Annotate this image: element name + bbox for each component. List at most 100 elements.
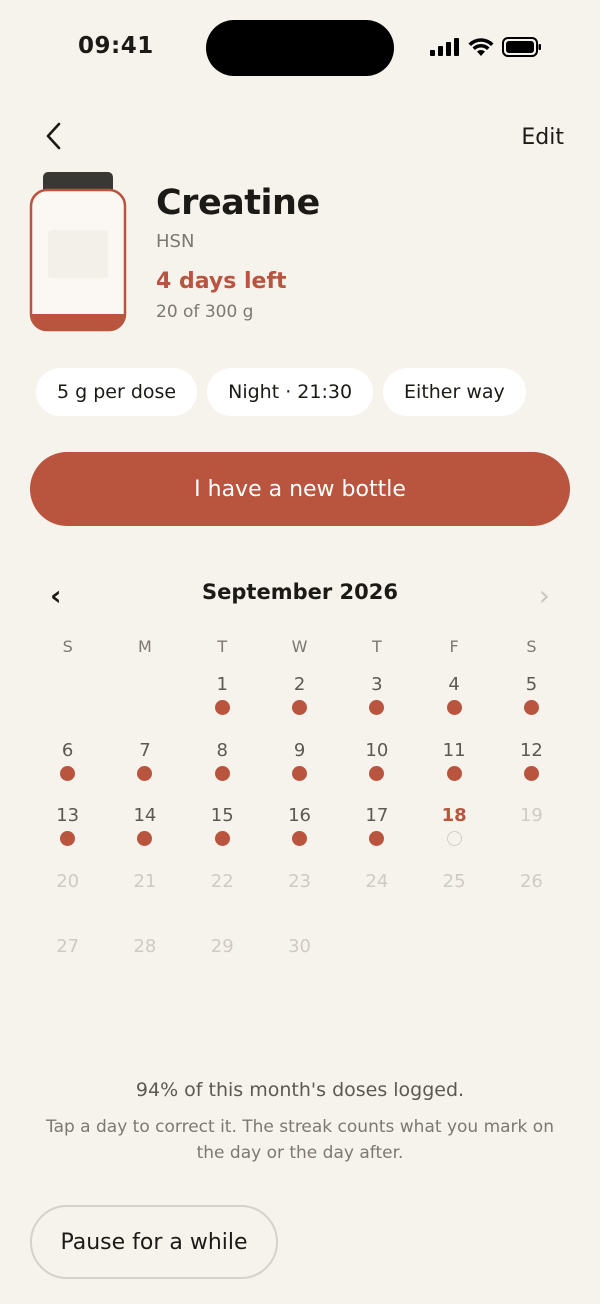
supplement-info: Creatine HSN 4 days left 20 of 300 g: [156, 183, 320, 322]
remaining-amount: 20 of 300 g: [156, 302, 254, 322]
day-number: 22: [210, 870, 234, 892]
calendar-day-15[interactable]: 15: [184, 803, 261, 869]
weekday-label: S: [526, 637, 537, 656]
chevron-left-icon: [43, 121, 63, 155]
calendar-day-7[interactable]: 7: [106, 738, 183, 804]
pause-button[interactable]: Pause for a while: [30, 1205, 278, 1279]
weekday-label: F: [449, 637, 459, 656]
calendar-day-19[interactable]: 19: [493, 803, 570, 869]
dose-logged-dot: [60, 831, 76, 847]
weekday-label: T: [217, 637, 228, 656]
calendar-day-25[interactable]: 25: [415, 869, 492, 935]
day-number: 1: [216, 674, 228, 695]
calendar-grid: 1 2 3 4 5 6 7 8 9 10 11 12 13 14 15 16 17 18 19 20 21 22 23 24 2…: [29, 672, 569, 1000]
calendar-month-title: September 2026: [202, 580, 398, 604]
day-number: 29: [210, 936, 234, 958]
dose-logged-dot: [369, 765, 385, 781]
dose-logged-dot: [214, 831, 230, 847]
dose-logged-dot: [446, 765, 462, 781]
day-number: 27: [56, 936, 80, 958]
chip-time[interactable]: Night · 21:30: [207, 368, 374, 416]
dynamic-island: [206, 20, 394, 76]
day-number: 10: [365, 739, 389, 761]
day-number: 25: [442, 870, 466, 892]
calendar-hint: Tap a day to correct it. The streak coun…: [46, 1117, 554, 1163]
supplement-jar-illustration: [28, 172, 128, 334]
calendar-day-16[interactable]: 16: [261, 803, 338, 869]
dose-logged-dot: [292, 765, 308, 781]
wifi-icon: [468, 37, 494, 57]
calendar-day-21[interactable]: 21: [106, 869, 183, 935]
dose-logged-dot: [292, 831, 308, 847]
calendar-day-2[interactable]: 2: [261, 672, 338, 738]
weekday-label: M: [138, 637, 152, 656]
day-number: 28: [133, 936, 157, 958]
calendar-day-1[interactable]: 1: [184, 672, 261, 738]
day-number: 9: [293, 739, 306, 761]
day-number: 15: [210, 805, 234, 827]
day-number: 20: [56, 870, 80, 892]
calendar-day-30[interactable]: 30: [261, 934, 338, 1000]
battery-icon: [502, 37, 542, 57]
calendar-day-5[interactable]: 5: [493, 672, 570, 738]
days-left-label: 4 days left: [156, 269, 287, 294]
chip-dose[interactable]: 5 g per dose: [36, 368, 198, 416]
calendar-day-22[interactable]: 22: [184, 869, 261, 935]
back-button[interactable]: [38, 120, 68, 156]
calendar-day-4[interactable]: 4: [415, 672, 492, 738]
edit-button[interactable]: Edit: [521, 125, 564, 150]
calendar-day-13[interactable]: 13: [29, 803, 106, 869]
dose-logged-dot: [292, 700, 308, 715]
day-number: 3: [371, 674, 383, 695]
calendar-day-17[interactable]: 17: [338, 803, 415, 869]
dose-logged-dot: [446, 700, 462, 715]
dose-logged-dot: [137, 831, 153, 847]
calendar-day-9[interactable]: 9: [261, 738, 338, 804]
calendar-day-10[interactable]: 10: [338, 738, 415, 804]
day-number: 24: [365, 870, 389, 892]
day-number: 4: [448, 674, 460, 695]
next-month-button[interactable]: ›: [539, 579, 550, 612]
calendar-day-27[interactable]: 27: [29, 934, 106, 1000]
weekday-label: T: [371, 637, 382, 656]
weekday-label: W: [291, 637, 308, 656]
day-number: 19: [519, 805, 543, 827]
calendar-empty-cell: [29, 672, 106, 738]
chip-mode[interactable]: Either way: [383, 368, 526, 416]
day-number: 26: [519, 870, 543, 892]
day-number: 13: [56, 805, 80, 827]
calendar-day-26[interactable]: 26: [493, 869, 570, 935]
calendar-day-8[interactable]: 8: [184, 738, 261, 804]
dose-settings-chips: 5 g per dose Night · 21:30 Either way: [36, 368, 526, 416]
calendar-day-11[interactable]: 11: [415, 738, 492, 804]
dose-logged-dot: [214, 700, 230, 715]
dose-logged-dot: [523, 765, 539, 781]
dose-logged-dot: [369, 831, 385, 847]
day-number: 8: [216, 739, 228, 761]
calendar-empty-cell: [106, 672, 183, 738]
calendar-day-29[interactable]: 29: [184, 934, 261, 1000]
supplement-name: Creatine: [156, 183, 320, 223]
calendar-day-3[interactable]: 3: [338, 672, 415, 738]
dose-logged-dot: [60, 765, 76, 781]
weekday-header-row: S M T W T F S: [29, 637, 569, 656]
day-number: 5: [525, 674, 538, 695]
day-number: 6: [61, 739, 74, 761]
calendar-day-18[interactable]: 18: [415, 803, 492, 869]
calendar-day-23[interactable]: 23: [261, 869, 338, 935]
dose-pending-dot: [446, 831, 462, 847]
new-bottle-button[interactable]: I have a new bottle: [30, 452, 570, 526]
day-number: 21: [133, 870, 157, 892]
day-number: 23: [288, 870, 311, 892]
calendar-day-6[interactable]: 6: [29, 738, 106, 804]
day-number: 17: [365, 805, 389, 827]
day-number: 14: [133, 805, 157, 827]
calendar-day-12[interactable]: 12: [493, 738, 570, 804]
status-time: 09:41: [78, 33, 154, 59]
calendar-day-24[interactable]: 24: [338, 869, 415, 935]
calendar-day-20[interactable]: 20: [29, 869, 106, 935]
calendar-header: ‹ September 2026 ›: [30, 575, 570, 615]
calendar-day-28[interactable]: 28: [106, 934, 183, 1000]
calendar-day-14[interactable]: 14: [106, 803, 183, 869]
dose-logged-dot: [369, 700, 385, 715]
